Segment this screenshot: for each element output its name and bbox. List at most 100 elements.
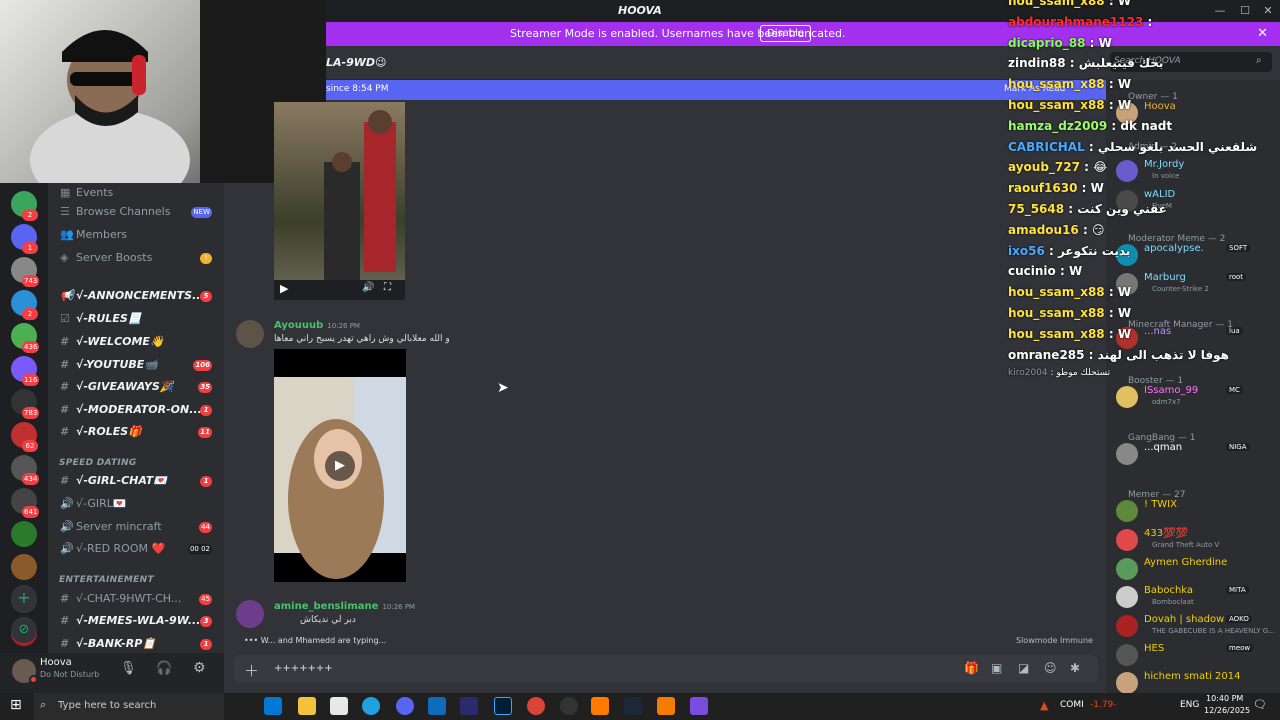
notification-icon[interactable]: 🗨 xyxy=(1253,698,1267,711)
windows-start-icon[interactable]: ⊞ xyxy=(10,697,22,713)
app-icon[interactable] xyxy=(690,697,708,715)
channel-label: √-ROLES🎁 xyxy=(76,425,142,438)
overlay-message: عقني وين كنت xyxy=(1077,202,1167,216)
play-icon[interactable]: ▶ xyxy=(325,451,355,481)
fullscreen-icon[interactable]: ⛶ xyxy=(384,282,391,293)
close-banner-icon[interactable]: ✕ xyxy=(1257,26,1268,41)
minimize-button[interactable]: — xyxy=(1212,3,1228,19)
edge-icon[interactable] xyxy=(362,697,380,715)
maximize-button[interactable]: ☐ xyxy=(1237,3,1253,19)
discord-icon[interactable] xyxy=(396,697,414,715)
volume-icon[interactable]: 🔊 xyxy=(362,282,374,293)
file-explorer-icon[interactable] xyxy=(298,697,316,715)
play-icon[interactable]: ▶ xyxy=(280,282,288,295)
channel-item[interactable]: # √-CHAT-9HWT-CH... 45 xyxy=(52,589,220,609)
obs-icon[interactable] xyxy=(560,697,578,715)
channel-item[interactable]: # √-YOUTUBE📹 106 xyxy=(52,355,220,375)
overlay-separator: : xyxy=(1044,243,1058,258)
gif-icon[interactable]: ▣ xyxy=(991,661,1002,675)
video-attachment-1[interactable]: ▶ 🔊 ⛶ xyxy=(274,102,405,300)
channel-item[interactable]: # √-ROLES🎁 11 xyxy=(52,422,220,442)
taskbar-search-input[interactable]: Type here to search xyxy=(58,700,156,711)
overlay-separator: : xyxy=(1085,35,1099,50)
outlook-icon[interactable] xyxy=(428,697,446,715)
premiere-icon[interactable] xyxy=(460,697,478,715)
message-author[interactable]: amine_benslimane 10:26 PM xyxy=(274,601,415,612)
overlay-username: amadou16 xyxy=(1008,222,1079,237)
server-icon[interactable] xyxy=(11,554,37,580)
explore-servers-icon[interactable]: ⊘ xyxy=(11,617,37,643)
gift-icon[interactable]: 🎁 xyxy=(964,661,979,675)
member-item[interactable]: HES meow xyxy=(1114,642,1274,670)
emoji-icon[interactable]: ☺ xyxy=(1044,661,1057,675)
language-indicator[interactable]: ENG xyxy=(1180,700,1199,710)
member-item[interactable]: Marburg root Counter-Strike 2 xyxy=(1114,271,1274,299)
avatar[interactable] xyxy=(236,600,264,628)
avatar[interactable] xyxy=(236,320,264,348)
channel-item[interactable]: # √-WELCOME👋 xyxy=(52,332,220,352)
channel-item[interactable]: ☑ √-RULES📃 xyxy=(52,309,220,329)
member-item[interactable]: ! TWIX xyxy=(1114,498,1274,526)
member-item[interactable]: Babochka MITA Bomboclaat xyxy=(1114,584,1274,612)
notepad-icon[interactable] xyxy=(330,697,348,715)
channel-item[interactable]: 🔊 √-RED ROOM ❤️ 00 02 xyxy=(52,539,220,559)
message-author[interactable]: Ayouuub 10:26 PM xyxy=(274,320,360,331)
store-icon[interactable] xyxy=(264,697,282,715)
search-icon[interactable]: ⌕ xyxy=(1256,55,1262,66)
member-item[interactable]: Aymen Gherdine xyxy=(1114,556,1274,584)
message-composer[interactable]: ＋ +++++++ 🎁 ▣ ◪ ☺ ✱ xyxy=(234,655,1098,683)
member-name: HES xyxy=(1144,643,1165,654)
channel-item[interactable]: 📢 √-ANNONCEMENTS... 5 xyxy=(52,286,220,306)
member-item[interactable]: ...qman NIGA xyxy=(1114,441,1274,469)
sticker-icon[interactable]: ◪ xyxy=(1018,661,1029,675)
member-item[interactable]: ISsamo_99 MC odm7x7 xyxy=(1114,384,1274,412)
add-attachment-icon[interactable]: ＋ xyxy=(244,660,259,681)
channel-item[interactable]: # √-MODERATOR-ON... 1 xyxy=(52,400,220,420)
member-item[interactable]: apocalypse. SOFT xyxy=(1114,242,1274,270)
member-name: Aymen Gherdine xyxy=(1144,557,1228,568)
channel-item[interactable]: # √-MEMES-WLA-9W... 3 xyxy=(52,611,220,631)
boost-icon: ◈ xyxy=(60,251,69,264)
video-attachment-2[interactable]: ▶ xyxy=(274,349,406,582)
server-icon[interactable] xyxy=(11,521,37,547)
channel-item[interactable]: ☰ Browse Channels NEW xyxy=(52,202,220,222)
channel-item[interactable]: # √-BANK-RP📋 1 xyxy=(52,634,220,654)
apps-icon[interactable]: ✱ xyxy=(1070,661,1080,675)
channel-item[interactable]: 🔊 Server mincraft 44 xyxy=(52,517,220,537)
clock-time[interactable]: 10:40 PM xyxy=(1206,694,1243,703)
server-mention-badge: 1 xyxy=(22,242,38,254)
channel-item[interactable]: # √-GIVEAWAYS🎉 35 xyxy=(52,377,220,397)
clock-date[interactable]: 12/26/2025 xyxy=(1204,706,1250,715)
microphone-icon[interactable]: 🎙 xyxy=(120,661,137,676)
headphones-icon[interactable]: 🎧 xyxy=(156,661,172,676)
server-list: 2 1 743 2 436 116 783 62 434 641 + ⊘ xyxy=(0,183,48,693)
overlay-separator: : xyxy=(1084,347,1098,362)
category-entertainement[interactable]: ENTERTAINEMENT xyxy=(59,575,154,585)
chrome-icon[interactable] xyxy=(527,697,545,715)
taskbar-search[interactable]: ⌕ Type here to search xyxy=(34,693,224,720)
author-name[interactable]: Ayouuub xyxy=(274,320,323,331)
channel-item[interactable]: 👥 Members xyxy=(52,225,220,245)
add-server-button[interactable]: + xyxy=(11,585,37,611)
member-name: Marburg xyxy=(1144,272,1186,283)
fl-studio-icon[interactable] xyxy=(591,697,609,715)
overlay-username: hou_ssam_x88 xyxy=(1008,306,1105,320)
member-name: ISsamo_99 xyxy=(1144,385,1199,396)
gear-icon[interactable]: ⚙ xyxy=(193,660,206,676)
disable-streamer-button[interactable]: Disable xyxy=(760,25,812,42)
app-icon[interactable] xyxy=(657,697,675,715)
channel-item[interactable]: ◈ Server Boosts! xyxy=(52,248,220,268)
member-item[interactable]: Mr.Jordy In voice xyxy=(1114,158,1274,186)
category-speed-dating[interactable]: SPEED DATING xyxy=(59,458,137,468)
channel-item[interactable]: ▦ Events xyxy=(52,183,220,203)
photoshop-icon[interactable] xyxy=(494,697,512,715)
channel-item[interactable]: # √-GIRL-CHAT💌 1 xyxy=(52,471,220,491)
channel-item[interactable]: 🔊 √-GIRL💌 xyxy=(52,494,220,514)
author-name[interactable]: amine_benslimane xyxy=(274,601,378,612)
steam-icon[interactable] xyxy=(624,697,642,715)
close-window-button[interactable]: ✕ xyxy=(1260,3,1276,19)
new-messages-bar[interactable]: since 8:54 PM Mark As Read xyxy=(326,80,1106,100)
message-input[interactable]: +++++++ xyxy=(274,663,333,674)
member-item[interactable]: Dovah | shadow ... AOKO THE GABECUBE IS A … xyxy=(1114,613,1275,641)
member-item[interactable]: 433💯💯 Grand Theft Auto V xyxy=(1114,527,1274,555)
